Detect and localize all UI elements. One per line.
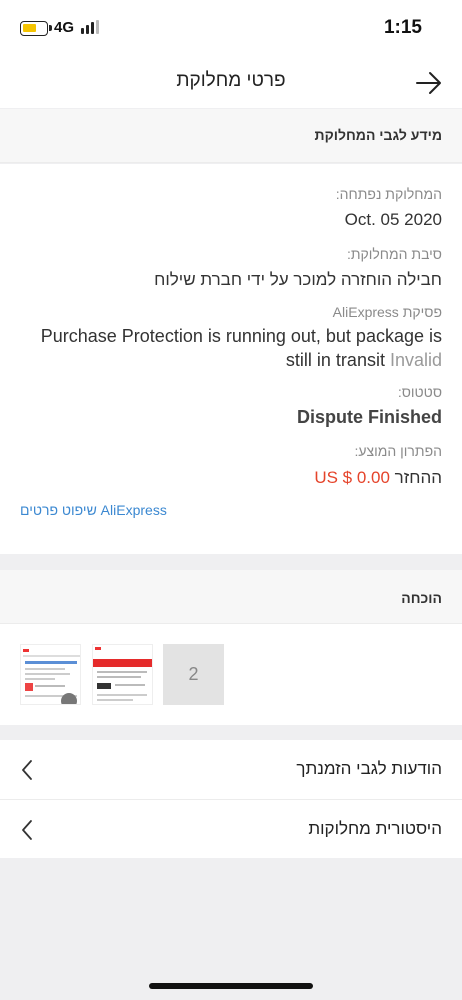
status-time: 1:15 (383, 17, 422, 38)
nav-bar: פרטי מחלוקת (0, 58, 462, 108)
evidence-thumbnail[interactable] (92, 644, 153, 705)
arrow-right-icon[interactable] (414, 68, 444, 98)
ruling-label: פסיקת AliExpress (332, 304, 442, 320)
ruling-value: Purchase Protection is running out, but … (12, 324, 442, 372)
opened-label: המחלוקת נפתחה: (335, 186, 442, 202)
dispute-history-label: היסטורית מחלוקות (308, 819, 442, 838)
dispute-info-title: מידע לגבי המחלוקת (314, 127, 442, 143)
more-evidence-count[interactable]: 2 (163, 644, 224, 705)
refund-amount: US $ 0.00 (314, 468, 390, 487)
dispute-history-link[interactable]: היסטורית מחלוקות (0, 800, 462, 859)
dispute-info-header: מידע לגבי המחלוקת (0, 109, 462, 163)
page-title: פרטי מחלוקת (176, 70, 286, 91)
document-screenshot-icon (21, 645, 80, 704)
evidence-title: הוכחה (401, 590, 442, 606)
evidence-header: הוכחה (0, 570, 462, 624)
links-list: הודעות לגבי הזמנתך היסטורית מחלוקות (0, 740, 462, 858)
order-messages-link[interactable]: הודעות לגבי הזמנתך (0, 740, 462, 800)
evidence-thumbnail[interactable] (20, 644, 81, 705)
status-bar: 4G 1:15 (0, 0, 462, 58)
status-label: סטטוס: (397, 384, 442, 400)
ruling-status: Invalid (389, 350, 442, 370)
opened-date: Oct. 05 2020 (344, 210, 442, 229)
chevron-left-icon (22, 760, 32, 780)
refund-row: ההחזר US $ 0.00 (314, 468, 442, 488)
evidence-card: הוכחה 2 (0, 570, 462, 725)
status-value: Dispute Finished (296, 407, 442, 427)
network-type: 4G (54, 19, 75, 36)
home-indicator[interactable] (149, 983, 313, 989)
chevron-left-icon (22, 820, 32, 840)
dispute-info-card: המחלוקת נפתחה: Oct. 05 2020 סיבת המחלוקת… (0, 164, 462, 554)
signal-strength-icon (81, 20, 103, 34)
ruling-text: Purchase Protection is running out, but … (40, 326, 442, 370)
solution-label: הפתרון המוצע: (354, 443, 442, 459)
document-screenshot-icon (93, 645, 152, 704)
reason-label: סיבת המחלוקת: (346, 246, 442, 262)
battery-icon (20, 21, 52, 36)
refund-label: ההחזר (394, 468, 442, 487)
order-messages-label: הודעות לגבי הזמנתך (296, 759, 442, 778)
reason-value: חבילה הוחזרה למוכר על ידי חברת שילוח (154, 270, 442, 289)
aliexpress-ruling-details-link[interactable]: שיפוט פרטים AliExpress (20, 502, 167, 518)
